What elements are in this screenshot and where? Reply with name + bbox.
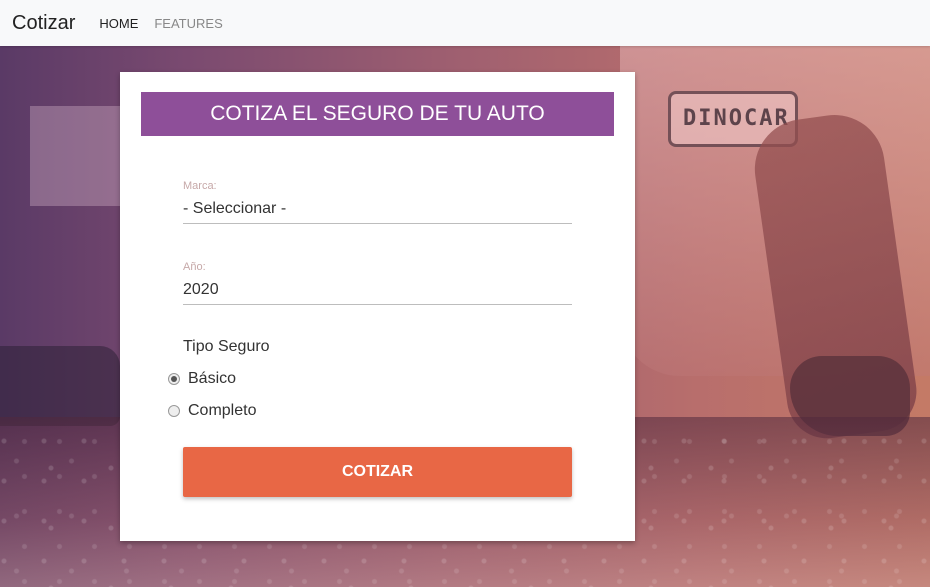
quote-form-card: COTIZA EL SEGURO DE TU AUTO Marca: - Sel… <box>120 72 635 541</box>
nav-link-features[interactable]: FEATURES <box>154 16 222 31</box>
radio-button-completo[interactable] <box>168 405 180 417</box>
navbar-brand[interactable]: Cotizar <box>12 12 75 35</box>
background-building <box>30 106 120 206</box>
marca-label: Marca: <box>183 180 217 192</box>
radio-option-completo[interactable]: Completo <box>168 402 256 420</box>
tipo-seguro-label: Tipo Seguro <box>183 338 270 355</box>
cotizar-button[interactable]: COTIZAR <box>183 447 572 497</box>
radio-option-basico[interactable]: Básico <box>168 370 236 388</box>
radio-button-basico[interactable] <box>168 373 180 385</box>
radio-label-completo[interactable]: Completo <box>188 402 256 420</box>
form-title: COTIZA EL SEGURO DE TU AUTO <box>141 92 614 136</box>
marca-field: Marca: - Seleccionar - <box>183 180 572 224</box>
background-car-left <box>0 346 120 426</box>
marca-select[interactable]: - Seleccionar - <box>183 194 572 224</box>
radio-label-basico[interactable]: Básico <box>188 370 236 388</box>
anio-label: Año: <box>183 261 206 273</box>
anio-field: Año: 2020 <box>183 261 572 305</box>
navbar: Cotizar HOME FEATURES <box>0 0 930 46</box>
nav-link-home[interactable]: HOME <box>99 16 138 31</box>
anio-select[interactable]: 2020 <box>183 275 572 305</box>
